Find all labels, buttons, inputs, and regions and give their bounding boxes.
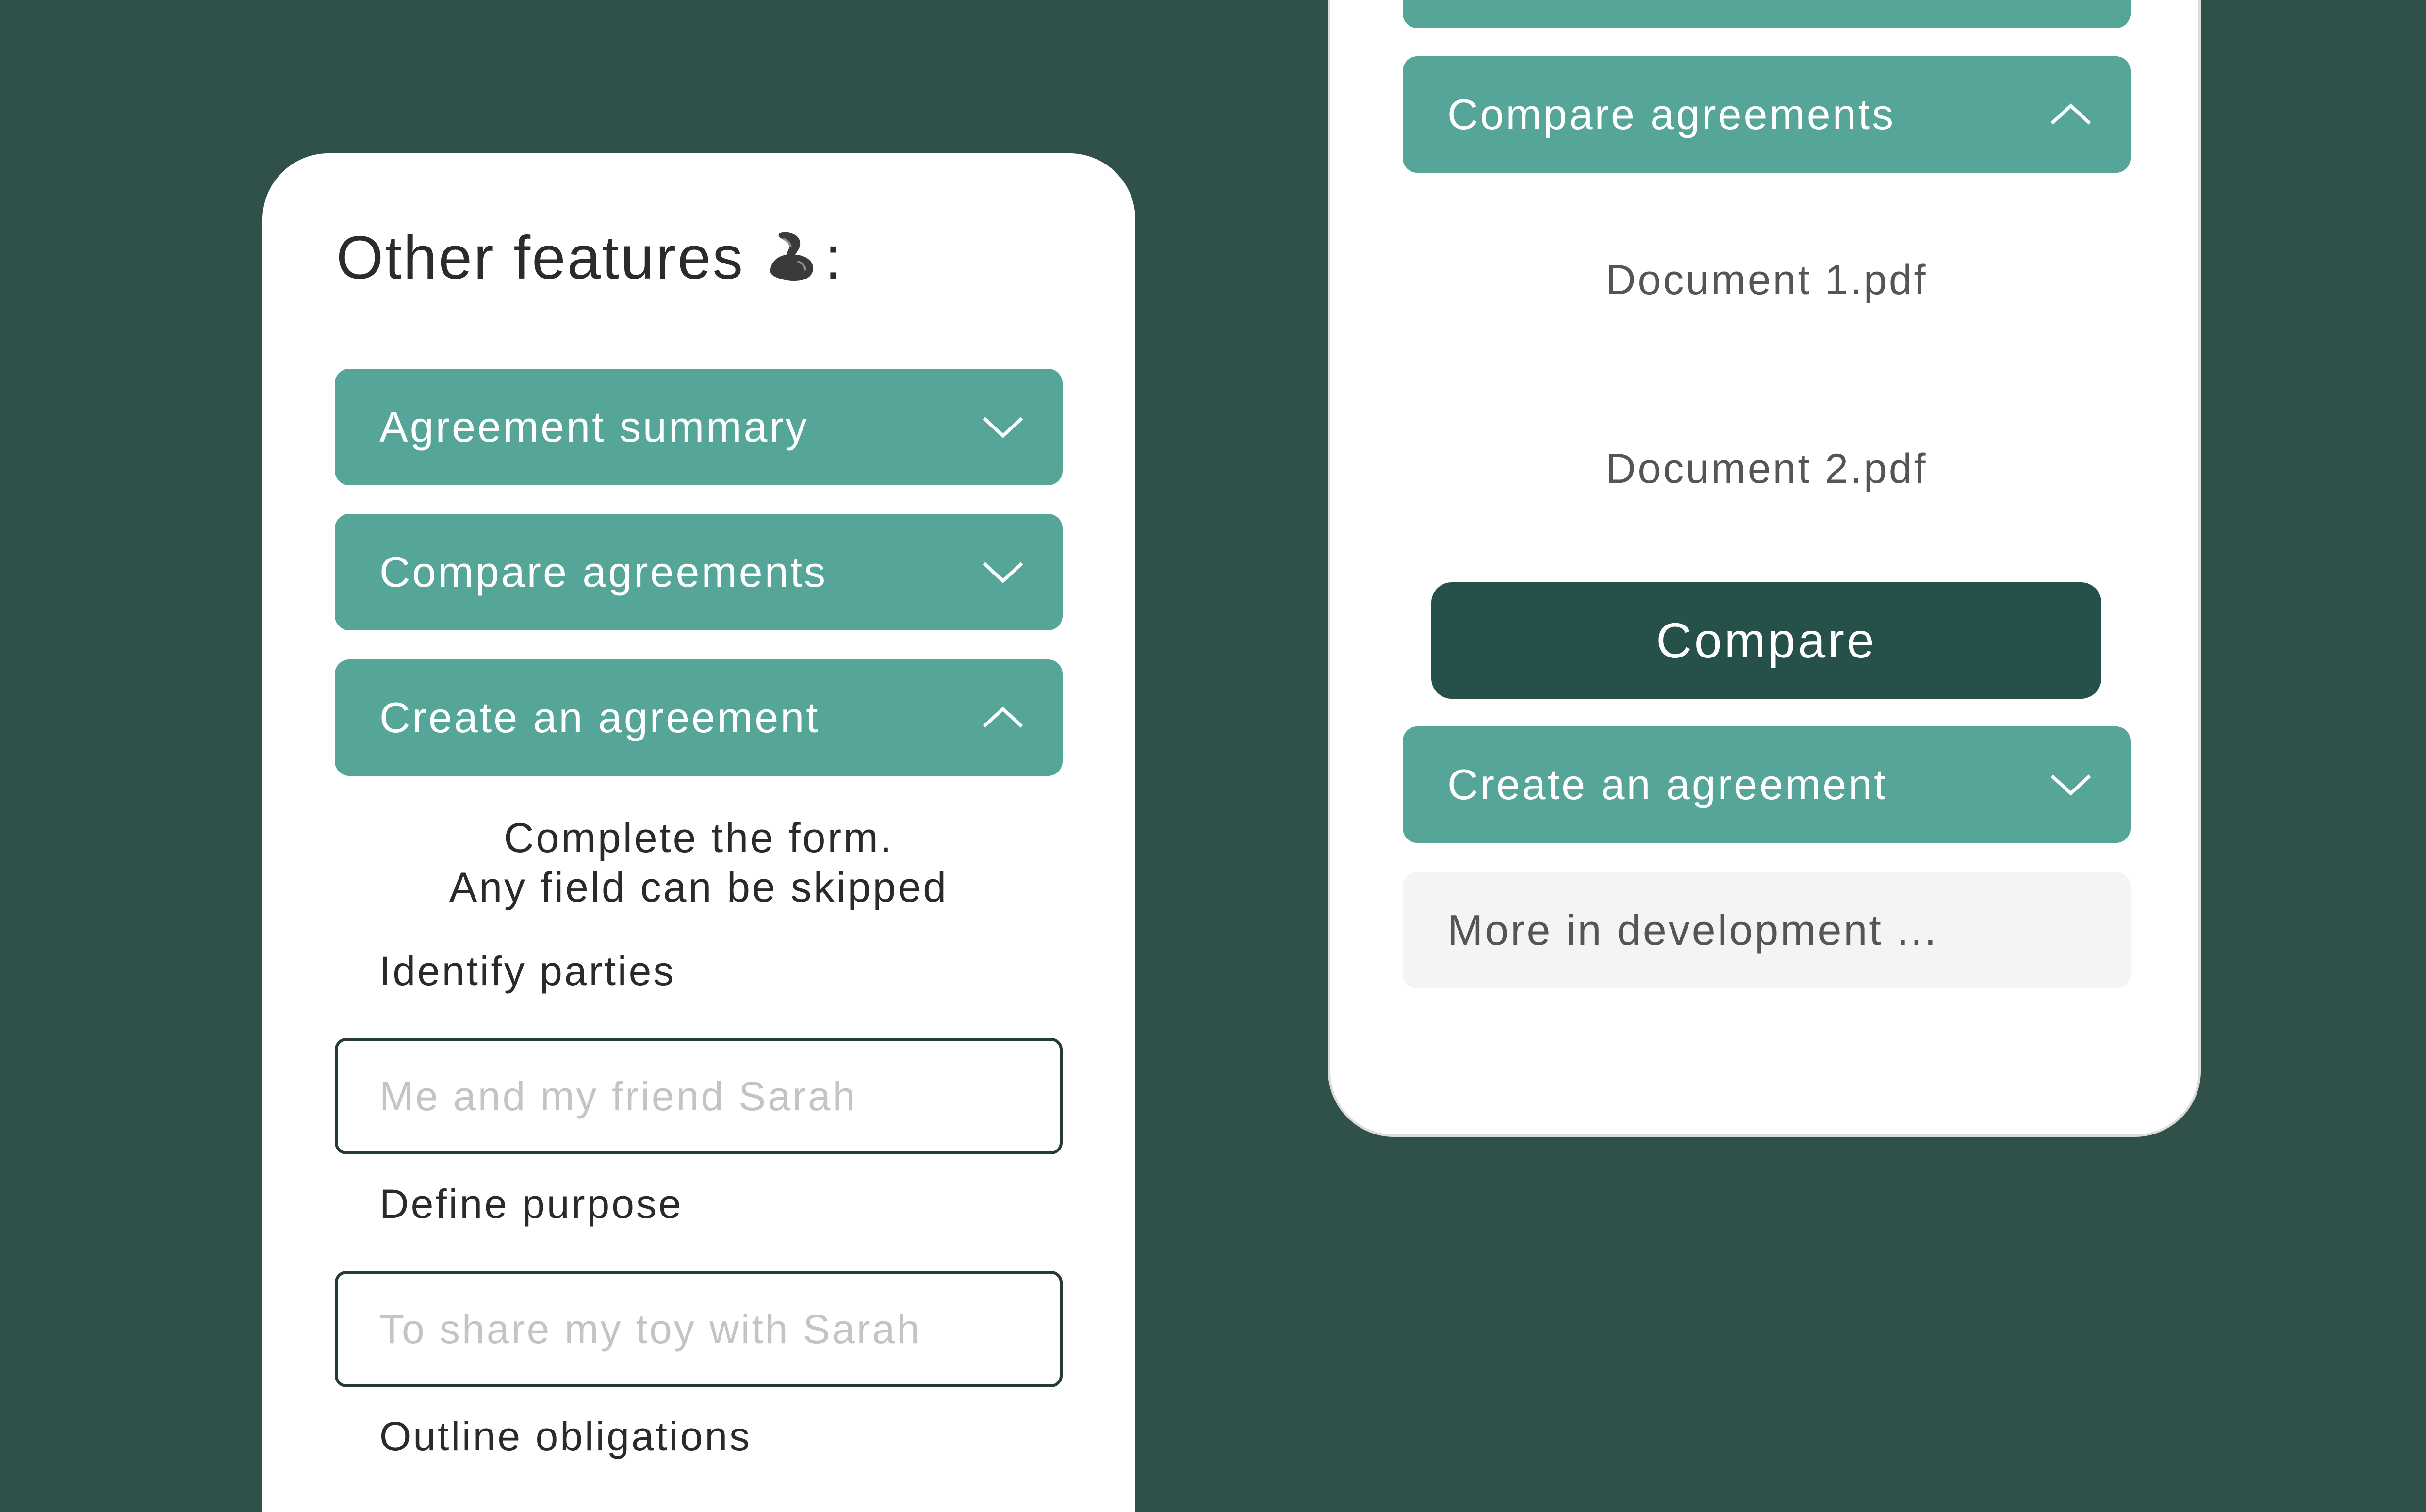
features-title-text: Other features bbox=[336, 224, 745, 292]
compare-button[interactable]: Compare bbox=[1431, 582, 2101, 699]
features-title: Other features : bbox=[336, 223, 843, 293]
features-card-right: Compare agreements Document 1.pdf Docume… bbox=[1328, 0, 2201, 1137]
document-1-file[interactable]: Document 1.pdf bbox=[1403, 256, 2131, 304]
label-define-purpose: Define purpose bbox=[379, 1181, 683, 1227]
chevron-down-icon bbox=[983, 417, 1023, 438]
chevron-down-icon bbox=[983, 562, 1023, 583]
accordion-compare-agreements[interactable]: Compare agreements bbox=[335, 514, 1063, 630]
form-intro-line1: Complete the form. bbox=[504, 815, 894, 861]
chevron-down-icon bbox=[2050, 774, 2091, 796]
define-purpose-input[interactable] bbox=[335, 1271, 1063, 1387]
more-in-development-text: More in development ... bbox=[1447, 906, 1938, 954]
identify-parties-input[interactable] bbox=[335, 1038, 1063, 1154]
accordion-agreement-summary[interactable]: Agreement summary bbox=[335, 369, 1063, 485]
accordion-label: Create an agreement bbox=[1447, 760, 1888, 808]
accordion-label: Compare agreements bbox=[379, 548, 828, 596]
label-identify-parties: Identify parties bbox=[379, 948, 676, 994]
accordion-previous-partial[interactable] bbox=[1403, 0, 2131, 28]
chevron-up-icon bbox=[2050, 103, 2091, 125]
accordion-create-agreement-collapsed[interactable]: Create an agreement bbox=[1403, 726, 2131, 843]
accordion-label: Agreement summary bbox=[379, 403, 809, 451]
accordion-label: Create an agreement bbox=[379, 693, 820, 741]
document-2-file[interactable]: Document 2.pdf bbox=[1403, 445, 2131, 493]
features-card-left: Other features : Agreement summary Compa… bbox=[262, 153, 1135, 1512]
accordion-label: Compare agreements bbox=[1447, 90, 1896, 138]
form-intro-line2: Any field can be skipped bbox=[449, 864, 949, 911]
form-intro: Complete the form. Any field can be skip… bbox=[335, 813, 1063, 912]
label-outline-obligations: Outline obligations bbox=[379, 1413, 752, 1459]
accordion-create-agreement[interactable]: Create an agreement bbox=[335, 659, 1063, 776]
accordion-compare-agreements-expanded[interactable]: Compare agreements bbox=[1403, 56, 2131, 173]
chevron-up-icon bbox=[983, 707, 1023, 728]
more-in-development-panel: More in development ... bbox=[1403, 872, 2131, 988]
features-title-colon: : bbox=[825, 224, 843, 292]
flexed-biceps-icon bbox=[770, 232, 814, 281]
